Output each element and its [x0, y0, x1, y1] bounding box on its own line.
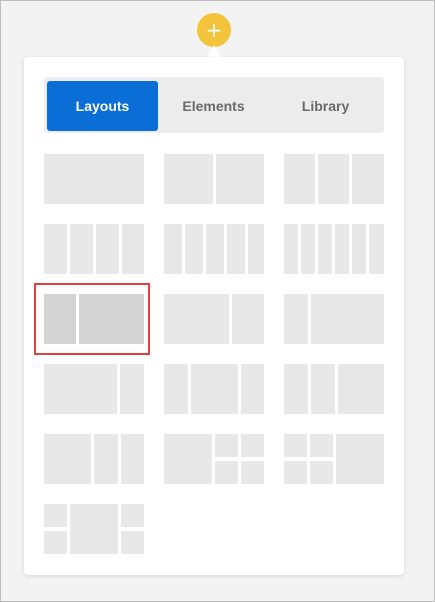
layout-column-block — [164, 224, 182, 274]
layout-option-layout-2-stack[interactable] — [164, 434, 264, 484]
layout-option-layout-1-1-1-1-1[interactable] — [164, 224, 264, 274]
layout-column-block — [284, 154, 315, 204]
layout-option-layout-1-1-1[interactable] — [284, 154, 384, 204]
layout-column-block — [206, 224, 224, 274]
layout-column-block — [44, 364, 117, 414]
layout-column-block — [301, 224, 315, 274]
layout-option-layout-stack-2[interactable] — [284, 434, 384, 484]
layout-column-block — [164, 294, 229, 344]
layout-column-block — [215, 461, 238, 484]
layout-column-block — [70, 224, 93, 274]
layout-column-block — [318, 224, 332, 274]
layout-option-layout-2-1[interactable] — [164, 294, 264, 344]
layout-column-block — [216, 154, 264, 204]
layout-column-block — [44, 294, 76, 344]
layout-column-block — [164, 364, 188, 414]
layout-column-block — [70, 504, 118, 554]
layout-column-block — [44, 154, 144, 204]
layout-column-block — [284, 461, 307, 484]
layout-column-block — [284, 434, 307, 457]
layout-column-block — [311, 294, 384, 344]
layout-option-layout-1-1-1-1[interactable] — [44, 224, 144, 274]
layout-column-block — [215, 434, 238, 457]
layout-column-block — [191, 364, 238, 414]
layout-column-block — [338, 364, 384, 414]
layout-option-layout-1-2[interactable] — [44, 294, 144, 344]
layout-option-layout-stack-2-stack[interactable] — [44, 504, 144, 554]
layout-option-layout-1-1[interactable] — [164, 154, 264, 204]
layout-column-block — [121, 504, 144, 527]
tab-library[interactable]: Library — [270, 81, 381, 131]
layout-column-block — [44, 504, 67, 527]
layout-column-block — [248, 224, 264, 274]
layout-column-block — [185, 224, 203, 274]
layout-column-block — [241, 364, 264, 414]
layout-column-block — [352, 154, 384, 204]
layout-column-block — [335, 224, 349, 274]
layout-column-block — [120, 364, 144, 414]
layout-column-block — [121, 531, 144, 554]
tab-elements[interactable]: Elements — [158, 81, 269, 131]
layout-column-block — [44, 224, 67, 274]
layout-column-block — [164, 154, 213, 204]
tab-bar: Layouts Elements Library — [44, 77, 384, 133]
add-section-button[interactable]: + — [197, 13, 231, 47]
layout-column-block — [44, 531, 67, 554]
tab-layouts[interactable]: Layouts — [47, 81, 158, 131]
layout-column-block — [310, 461, 333, 484]
layout-column-block — [284, 294, 308, 344]
layout-column-block — [336, 434, 384, 484]
layout-option-layout-1-2-1[interactable] — [164, 364, 264, 414]
layout-option-layout-1-1-1-1-1-1[interactable] — [284, 224, 384, 274]
layout-column-block — [96, 224, 119, 274]
plus-icon: + — [205, 18, 223, 42]
layout-column-block — [284, 224, 298, 274]
popover-caret — [207, 45, 221, 57]
layout-column-block — [94, 434, 118, 484]
layout-option-layout-1-3[interactable] — [284, 294, 384, 344]
layout-column-block — [121, 434, 144, 484]
layout-column-block — [122, 224, 144, 274]
layout-column-block — [44, 434, 91, 484]
layout-column-block — [310, 434, 333, 457]
layout-column-block — [79, 294, 144, 344]
layout-option-layout-2-1-1[interactable] — [44, 434, 144, 484]
layout-column-block — [369, 224, 384, 274]
layout-column-block — [311, 364, 335, 414]
layout-column-block — [241, 461, 264, 484]
layout-column-block — [164, 434, 212, 484]
layout-column-block — [284, 364, 308, 414]
layout-column-block — [241, 434, 264, 457]
layout-column-block — [227, 224, 245, 274]
layout-option-layout-3-1[interactable] — [44, 364, 144, 414]
layout-column-block — [232, 294, 264, 344]
layout-picker-panel: Layouts Elements Library — [24, 57, 404, 575]
layout-column-block — [352, 224, 366, 274]
layout-column-block — [318, 154, 349, 204]
layout-option-layout-1[interactable] — [44, 154, 144, 204]
layout-option-layout-1-1-2[interactable] — [284, 364, 384, 414]
